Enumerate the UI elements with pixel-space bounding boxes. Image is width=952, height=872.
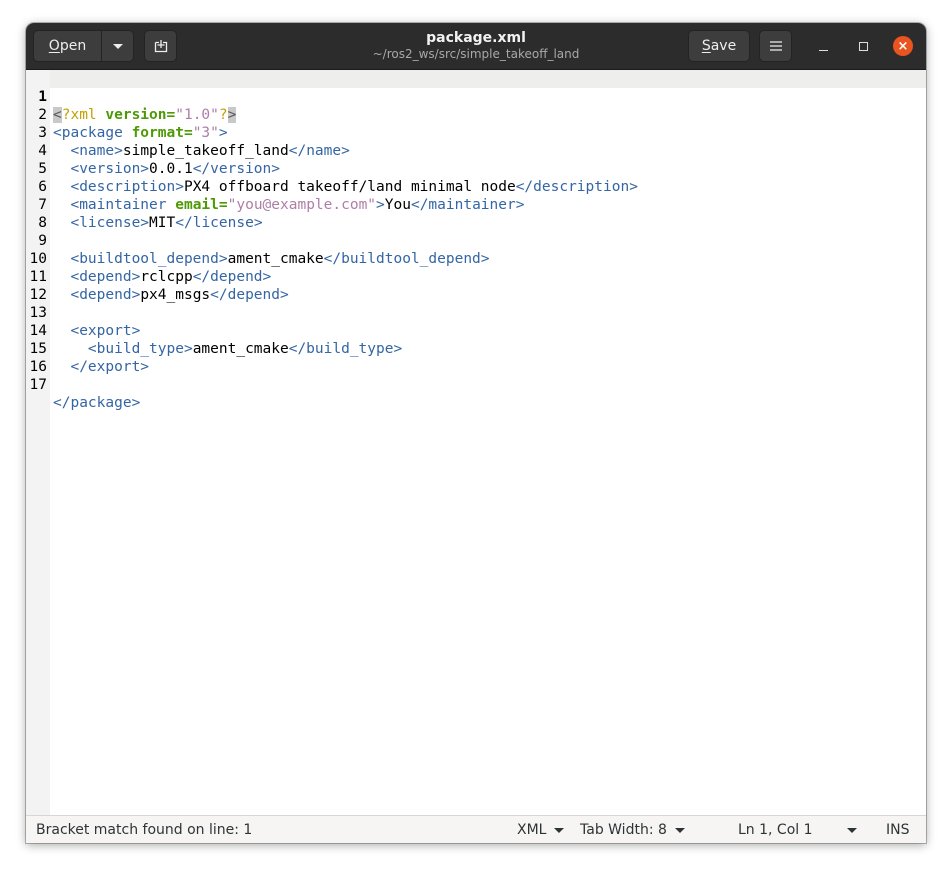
hamburger-menu-icon — [769, 41, 782, 51]
chevron-down-icon — [554, 827, 565, 833]
close-icon: × — [897, 38, 909, 54]
code-lines: 1 <?xml version="1.0"?> 2 <package forma… — [26, 70, 926, 411]
tab-width-label: Tab Width: 8 — [580, 822, 667, 838]
window-title: package.xml — [426, 30, 526, 46]
code-line: 7 <license>MIT</license> — [26, 178, 926, 231]
code-line: 5 <description>PX4 offboard takeoff/land… — [26, 142, 926, 195]
position-menu-button[interactable] — [847, 816, 857, 843]
new-tab-button[interactable] — [144, 30, 177, 62]
code-line: 14 <build_type>ament_cmake</build_type> — [26, 304, 926, 357]
language-label: XML — [517, 822, 547, 838]
code-line: 1 <?xml version="1.0"?> — [26, 70, 926, 123]
status-message: Bracket match found on line: 1 — [36, 822, 253, 838]
dropdown-arrow-icon — [112, 43, 123, 49]
code-line: 4 <version>0.0.1</version> — [26, 124, 926, 177]
window-subtitle-path: ~/ros2_ws/src/simple_takeoff_land — [372, 47, 580, 61]
open-label-rest: pen — [59, 38, 87, 54]
code-line: 15 </export> — [26, 322, 926, 375]
new-tab-icon — [154, 40, 167, 53]
save-label-mnemonic: S — [701, 38, 711, 54]
code-line: 3 <name>simple_takeoff_land</name> — [26, 106, 926, 159]
code-line: 16 — [26, 340, 926, 375]
chevron-down-icon — [847, 827, 857, 833]
code-line: 2 <package format="3"> — [26, 88, 926, 141]
open-recent-dropdown-button[interactable] — [101, 30, 134, 62]
maximize-icon — [858, 41, 868, 51]
code-line: 17 </package> — [26, 358, 926, 411]
gedit-window: Open package.xml ~/ros2_ws/src/simple_ta… — [26, 23, 926, 843]
code-line: 8 — [26, 196, 926, 231]
open-label-mnemonic: O — [48, 38, 60, 54]
language-selector[interactable]: XML — [517, 816, 565, 843]
tab-width-selector[interactable]: Tab Width: 8 — [580, 816, 685, 843]
title-block: package.xml ~/ros2_ws/src/simple_takeoff… — [326, 30, 626, 62]
line-text[interactable]: </package> — [53, 394, 140, 412]
status-bar: Bracket match found on line: 1 XML Tab W… — [26, 815, 926, 843]
close-button[interactable]: × — [893, 36, 913, 56]
main-menu-button[interactable] — [759, 30, 792, 62]
code-line: 6 <maintainer email="you@example.com">Yo… — [26, 160, 926, 213]
save-button[interactable]: Save — [688, 30, 750, 62]
line-number: 17 — [29, 377, 47, 393]
code-line: 9 <buildtool_depend>ament_cmake</buildto… — [26, 214, 926, 267]
save-label-rest: ave — [710, 38, 737, 54]
header-bar: Open package.xml ~/ros2_ws/src/simple_ta… — [26, 23, 926, 70]
open-button[interactable]: Open — [33, 30, 102, 62]
code-line: 12 — [26, 268, 926, 303]
minimize-button[interactable] — [813, 36, 833, 56]
insert-mode-indicator[interactable]: INS — [886, 816, 910, 843]
code-line: 13 <export> — [26, 286, 926, 339]
maximize-button[interactable] — [853, 36, 873, 56]
chevron-down-icon — [674, 827, 685, 833]
code-line: 11 <depend>px4_msgs</depend> — [26, 250, 926, 303]
minimize-icon — [818, 49, 828, 51]
code-line: 10 <depend>rclcpp</depend> — [26, 232, 926, 285]
cursor-position: Ln 1, Col 1 — [738, 822, 813, 838]
